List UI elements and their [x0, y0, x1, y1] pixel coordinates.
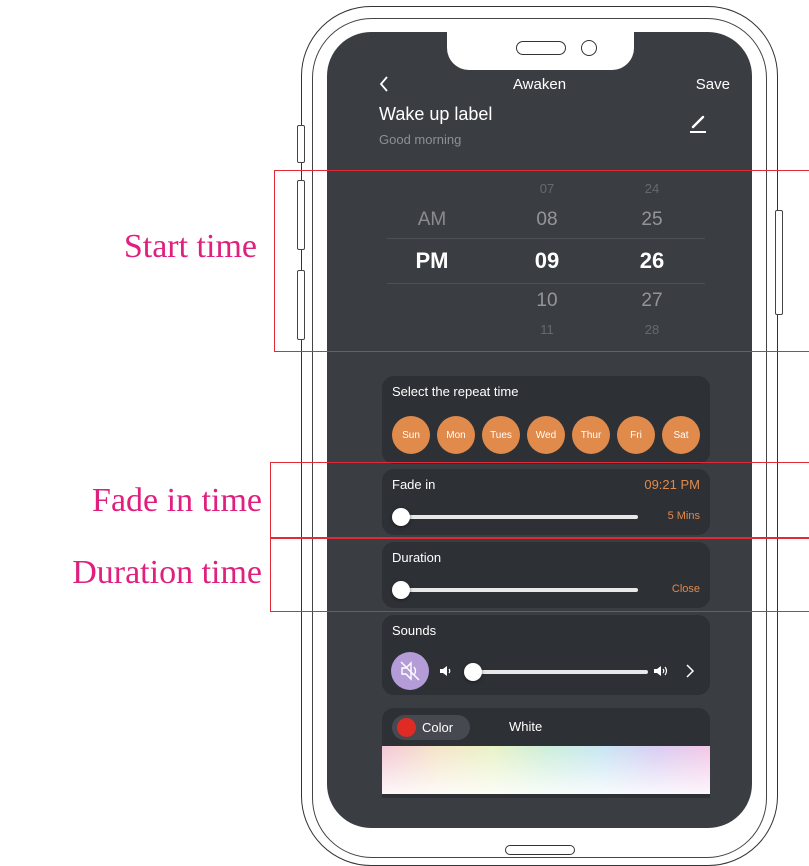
sounds-card: Sounds [382, 615, 710, 695]
color-spectrum-picker[interactable] [382, 746, 710, 794]
chevron-right-icon[interactable] [685, 663, 695, 679]
day-mon-button[interactable]: Mon [437, 416, 475, 454]
sounds-label: Sounds [392, 623, 437, 638]
volume-high-icon [654, 666, 668, 676]
repeat-card: Select the repeat time Sun Mon Tues Wed … [382, 376, 710, 464]
start-time-annotation-box [274, 170, 809, 352]
color-chip-label: Color [422, 720, 454, 735]
day-sun-button[interactable]: Sun [392, 416, 430, 454]
color-swatch [397, 718, 416, 737]
duration-time-annotation: Duration time [72, 554, 262, 591]
front-camera [581, 40, 597, 56]
duration-annotation-box [270, 538, 809, 612]
day-fri-button[interactable]: Fri [617, 416, 655, 454]
home-indicator [505, 845, 575, 855]
day-thur-button[interactable]: Thur [572, 416, 610, 454]
phone-screen: Awaken Save Wake up label Good morning A… [327, 32, 752, 828]
side-button-silent [297, 125, 305, 163]
mute-button[interactable] [391, 652, 429, 690]
white-option[interactable]: White [509, 719, 542, 734]
start-time-annotation: Start time [123, 228, 257, 265]
fade-in-time-annotation: Fade in time [92, 482, 262, 519]
pencil-icon[interactable] [687, 112, 709, 134]
color-chip[interactable]: Color [392, 715, 470, 740]
speaker-muted-icon [400, 661, 420, 681]
day-wed-button[interactable]: Wed [527, 416, 565, 454]
volume-slider-thumb[interactable] [464, 663, 482, 681]
repeat-label: Select the repeat time [392, 384, 519, 399]
day-sat-button[interactable]: Sat [662, 416, 700, 454]
volume-slider-track[interactable] [468, 670, 648, 674]
fade-in-annotation-box [270, 462, 809, 538]
volume-low-icon [440, 666, 451, 676]
save-button[interactable]: Save [696, 76, 730, 93]
day-tues-button[interactable]: Tues [482, 416, 520, 454]
